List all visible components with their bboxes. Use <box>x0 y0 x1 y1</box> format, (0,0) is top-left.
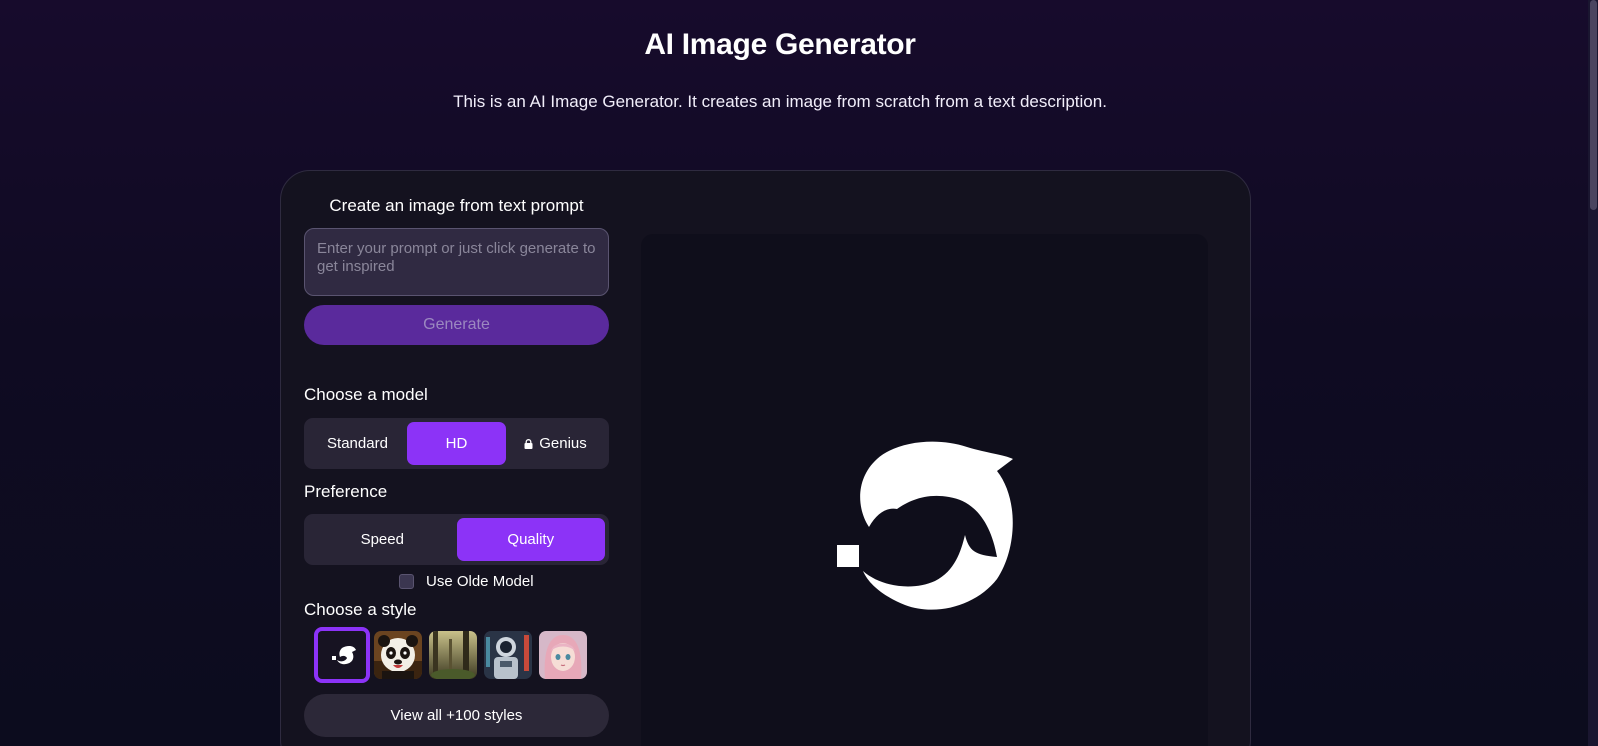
style-thumb-anime-girl[interactable] <box>539 631 587 679</box>
preference-speed-label: Speed <box>360 531 404 548</box>
preference-heading: Preference <box>304 482 388 501</box>
panda-image <box>374 631 422 679</box>
scrollbar-thumb[interactable] <box>1590 0 1597 210</box>
lock-icon <box>524 423 533 449</box>
style-thumb-logo[interactable] <box>314 627 370 683</box>
style-thumb-forest[interactable] <box>429 631 477 679</box>
forest-image <box>429 631 477 679</box>
generate-button[interactable]: Generate <box>304 305 609 345</box>
model-hd-button[interactable]: HD <box>407 422 506 465</box>
style-thumb-astronaut[interactable] <box>484 631 532 679</box>
preference-selector: Speed Quality <box>304 514 609 565</box>
model-genius-button[interactable]: Genius <box>506 422 605 465</box>
model-genius-label: Genius <box>539 435 587 452</box>
prompt-input[interactable] <box>304 228 609 296</box>
scrollbar[interactable] <box>1588 0 1598 746</box>
old-model-label: Use Olde Model <box>426 573 534 590</box>
page-title: AI Image Generator <box>644 28 916 61</box>
dolphin-logo-icon <box>837 441 1013 610</box>
preference-quality-label: Quality <box>507 531 555 548</box>
anime-girl-image <box>539 631 587 679</box>
form-heading: Create an image from text prompt <box>329 196 584 215</box>
preference-quality-button[interactable]: Quality <box>456 518 605 561</box>
dolphin-icon <box>332 645 356 665</box>
page-subtitle: This is an AI Image Generator. It create… <box>453 92 1107 111</box>
style-thumb-panda[interactable] <box>374 631 422 679</box>
model-selector: Standard HD Genius <box>304 418 609 469</box>
preference-speed-button[interactable]: Speed <box>308 518 457 561</box>
model-standard-button[interactable]: Standard <box>308 422 407 465</box>
model-heading: Choose a model <box>304 385 428 404</box>
view-all-styles-button[interactable]: View all +100 styles <box>304 694 609 737</box>
image-preview <box>641 234 1208 746</box>
model-standard-label: Standard <box>327 435 388 452</box>
old-model-option[interactable]: Use Olde Model <box>399 573 534 590</box>
old-model-checkbox[interactable] <box>399 574 414 589</box>
model-hd-label: HD <box>445 435 468 452</box>
generator-card: Create an image from text prompt Generat… <box>280 170 1251 746</box>
style-thumbnails <box>314 627 604 683</box>
style-heading: Choose a style <box>304 600 417 619</box>
astronaut-image <box>484 631 532 679</box>
